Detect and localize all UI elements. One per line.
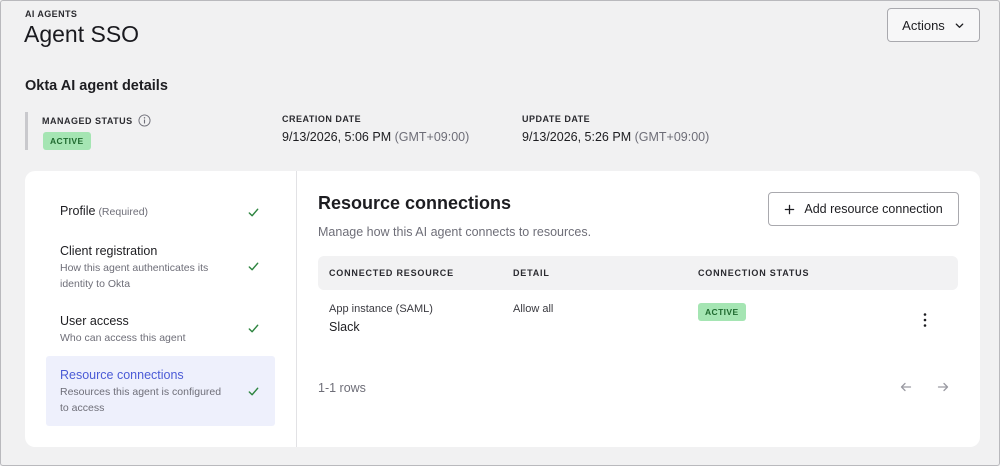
- update-date-label: UPDATE DATE: [522, 114, 591, 124]
- check-icon: [248, 262, 259, 271]
- chevron-down-icon: [955, 22, 964, 28]
- kebab-menu-icon[interactable]: [917, 310, 933, 330]
- managed-status-badge: ACTIVE: [43, 132, 91, 150]
- resource-name[interactable]: Slack: [329, 320, 360, 334]
- breadcrumb-eyebrow: AI AGENTS: [25, 9, 78, 19]
- nav-item-resource-connections[interactable]: Resource connections Resources this agen…: [46, 356, 275, 426]
- nav-item-profile[interactable]: Profile (Required): [46, 196, 275, 226]
- creation-date-text: 9/13/2026, 5:06 PM: [282, 130, 392, 144]
- nav-item-description: Resources this agent is configured to ac…: [60, 386, 222, 414]
- nav-item-description: Who can access this agent: [60, 332, 186, 344]
- update-date-tz: (GMT+09:00): [634, 130, 710, 144]
- arrow-left-icon[interactable]: [899, 380, 913, 394]
- managed-status-label: MANAGED STATUS: [42, 114, 151, 127]
- plus-icon: [785, 204, 795, 214]
- table-header: CONNECTED RESOURCE DETAIL CONNECTION STA…: [318, 256, 958, 290]
- creation-date-tz: (GMT+09:00): [394, 130, 470, 144]
- panel-title: Resource connections: [318, 193, 512, 213]
- nav-item-user-access[interactable]: User access Who can access this agent: [46, 306, 275, 348]
- managed-status-label-text: MANAGED STATUS: [42, 115, 133, 126]
- column-header-connected-resource: CONNECTED RESOURCE: [329, 268, 454, 278]
- panel-subtitle: Manage how this AI agent connects to res…: [318, 225, 592, 239]
- nav-item-title: Profile (Required): [60, 204, 261, 218]
- nav-item-title: Client registration: [60, 244, 158, 258]
- add-resource-connection-button[interactable]: Add resource connection: [768, 192, 959, 226]
- connection-status-badge: ACTIVE: [698, 303, 746, 321]
- info-icon[interactable]: [138, 114, 151, 127]
- rows-count: 1-1 rows: [318, 381, 366, 395]
- update-date-text: 9/13/2026, 5:26 PM: [522, 130, 632, 144]
- actions-button-label: Actions: [902, 17, 945, 33]
- update-date-value: 9/13/2026, 5:26 PM (GMT+09:00): [522, 130, 709, 144]
- nav-item-title: Resource connections: [60, 368, 184, 382]
- status-accent-bar: [25, 112, 28, 150]
- page-title: Agent SSO: [24, 21, 140, 47]
- resource-type: App instance (SAML): [329, 303, 433, 315]
- nav-item-required-tag: (Required): [98, 206, 149, 218]
- check-icon: [248, 208, 259, 217]
- actions-button[interactable]: Actions: [887, 8, 980, 42]
- sidebar-divider: [296, 171, 297, 447]
- nav-item-title-text: Profile: [60, 204, 96, 218]
- nav-item-client-registration[interactable]: Client registration How this agent authe…: [46, 236, 275, 292]
- nav-item-title: User access: [60, 314, 129, 328]
- check-icon: [248, 387, 259, 396]
- column-header-detail: DETAIL: [513, 268, 550, 278]
- resource-detail: Allow all: [513, 303, 554, 315]
- arrow-right-icon[interactable]: [936, 380, 950, 394]
- details-section-title: Okta AI agent details: [25, 78, 168, 94]
- add-resource-connection-label: Add resource connection: [804, 202, 943, 216]
- creation-date-label: CREATION DATE: [282, 114, 362, 124]
- column-header-connection-status: CONNECTION STATUS: [698, 268, 810, 278]
- check-icon: [248, 324, 259, 333]
- nav-item-description: How this agent authenticates its identit…: [60, 262, 209, 290]
- creation-date-value: 9/13/2026, 5:06 PM (GMT+09:00): [282, 130, 469, 144]
